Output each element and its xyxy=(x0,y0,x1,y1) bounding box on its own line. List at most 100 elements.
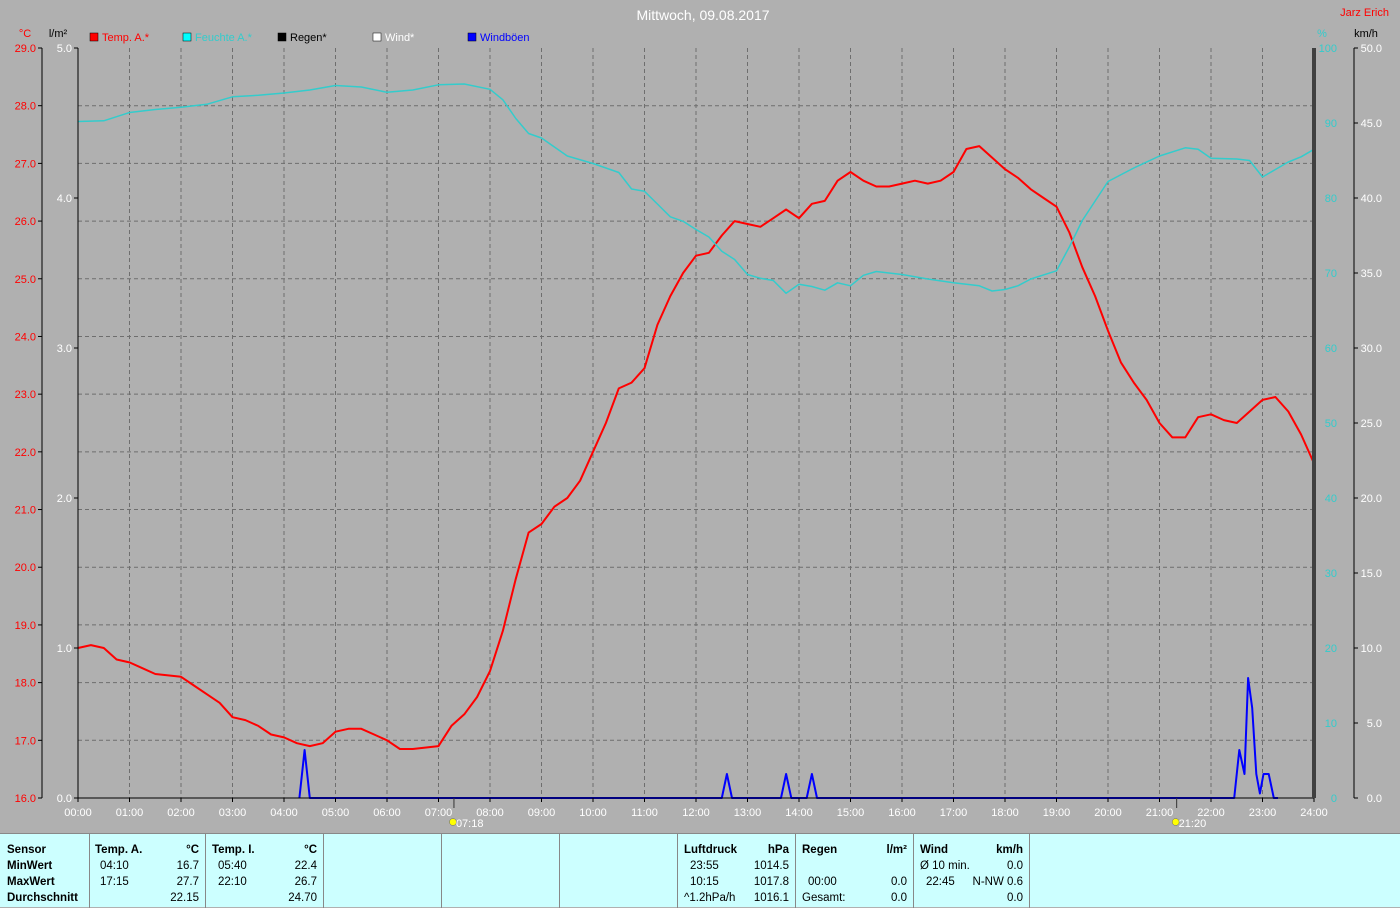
x-tick-label: 01:00 xyxy=(116,807,144,819)
humidity-tick-label: 40 xyxy=(1325,493,1337,505)
x-tick-label: 11:00 xyxy=(631,807,658,819)
stats-max-value: 27.7 xyxy=(176,876,199,888)
x-tick-label: 14:00 xyxy=(785,807,813,819)
temp-tick-label: 29.0 xyxy=(15,43,36,55)
humidity-tick-label: 30 xyxy=(1325,568,1337,580)
stats-col-title: Regen xyxy=(802,844,838,856)
x-tick-label: 09:00 xyxy=(528,807,556,819)
x-tick-label: 13:00 xyxy=(734,807,762,819)
x-tick-label: 03:00 xyxy=(219,807,247,819)
weather-chart-window: 00:00 01:00 02:00 03:00 04:00 05:00 06:00 07:00… xyxy=(0,0,1400,908)
stats-min-value: 1014.5 xyxy=(753,860,789,872)
statistics-panel: Sensor MinWert MaxWert Durchschnitt Temp… xyxy=(0,833,1400,908)
rain-unit-label: l/m² xyxy=(49,28,68,40)
temp-tick-label: 22.0 xyxy=(15,447,36,459)
temp-tick-label: 18.0 xyxy=(15,678,36,690)
stats-max-time: 17:15 xyxy=(100,876,129,888)
wind-tick-label: 0.0 xyxy=(1367,793,1382,805)
stats-row-label: MaxWert xyxy=(7,876,55,888)
stats-rain-total-value: 0.0 xyxy=(891,892,907,904)
wind-unit-label: km/h xyxy=(1354,28,1378,40)
stats-row-label: Sensor xyxy=(7,844,46,856)
x-tick-label: 21:00 xyxy=(1146,807,1174,819)
stats-col-title: Wind xyxy=(920,844,948,856)
stats-min-time: 04:10 xyxy=(100,860,129,872)
legend-label: Regen* xyxy=(290,32,327,44)
temp-tick-label: 17.0 xyxy=(15,735,36,747)
stats-temp-outdoor: Temp. A. °C 04:10 16.7 17:15 27.7 22.15 xyxy=(90,834,206,908)
wind-tick-label: 50.0 xyxy=(1361,43,1382,55)
rain-tick-label: 4.0 xyxy=(57,193,72,205)
temp-tick-label: 16.0 xyxy=(15,793,36,805)
author-label: Jarz Erich xyxy=(1340,7,1389,19)
stats-max-value: 26.7 xyxy=(294,876,317,888)
stats-col-unit: °C xyxy=(186,844,199,856)
temp-tick-label: 20.0 xyxy=(15,562,36,574)
weather-chart: 00:00 01:00 02:00 03:00 04:00 05:00 06:00 07:00… xyxy=(0,0,1400,833)
temp-tick-label: 21.0 xyxy=(15,505,36,517)
x-tick-label: 10:00 xyxy=(579,807,607,819)
stats-max-time: 22:10 xyxy=(218,876,247,888)
stats-min-value: 22.4 xyxy=(294,860,317,872)
temp-tick-label: 19.0 xyxy=(15,620,36,632)
temp-tick-label: 26.0 xyxy=(15,216,36,228)
x-tick-label: 06:00 xyxy=(373,807,401,819)
stats-row-label: MinWert xyxy=(7,860,53,872)
legend-label: Wind* xyxy=(385,32,415,44)
x-tick-label: 00:00 xyxy=(64,807,92,819)
x-tick-label: 18:00 xyxy=(991,807,1019,819)
chart-title: Mittwoch, 09.08.2017 xyxy=(636,7,769,23)
x-tick-label: 07:00 xyxy=(425,807,453,819)
stats-col-unit: hPa xyxy=(767,844,789,856)
temp-tick-label: 28.0 xyxy=(15,101,36,113)
humidity-tick-label: 50 xyxy=(1325,418,1337,430)
stats-trend-label: ^1.2hPa/h xyxy=(684,892,736,904)
stats-empty-col xyxy=(324,834,442,908)
humidity-unit-label: % xyxy=(1317,28,1327,40)
x-tick-label: 17:00 xyxy=(940,807,968,819)
humidity-tick-label: 60 xyxy=(1325,343,1337,355)
wind-tick-label: 45.0 xyxy=(1361,118,1382,130)
wind-tick-label: 5.0 xyxy=(1367,718,1382,730)
stats-wind-max-time: 22:45 xyxy=(926,876,955,888)
stats-col-unit: °C xyxy=(304,844,317,856)
rain-tick-label: 2.0 xyxy=(57,493,72,505)
stats-min-time: 05:40 xyxy=(218,860,247,872)
chart-background xyxy=(0,0,1400,833)
wind-tick-label: 20.0 xyxy=(1361,493,1382,505)
stats-col-title: Temp. A. xyxy=(95,844,143,856)
x-tick-label: 12:00 xyxy=(682,807,710,819)
humidity-tick-label: 20 xyxy=(1325,643,1337,655)
stats-wind-avg-label: Ø 10 min. xyxy=(920,860,970,872)
stats-wind-avg-value: 0.0 xyxy=(1007,860,1023,872)
stats-trend-value: 1016.1 xyxy=(753,892,789,904)
rain-tick-label: 1.0 xyxy=(57,643,72,655)
humidity-tick-label: 100 xyxy=(1319,43,1337,55)
legend-label: Temp. A.* xyxy=(102,32,150,44)
temp-tick-label: 25.0 xyxy=(15,274,36,286)
rain-tick-label: 3.0 xyxy=(57,343,72,355)
stats-row-label: Durchschnitt xyxy=(7,892,78,904)
rain-tick-label: 5.0 xyxy=(57,43,72,55)
stats-empty-col xyxy=(442,834,560,908)
stats-col-title: Luftdruck xyxy=(684,844,738,856)
stats-empty-col xyxy=(560,834,678,908)
x-tick-label: 02:00 xyxy=(167,807,195,819)
wind-tick-label: 35.0 xyxy=(1361,268,1382,280)
legend-swatch xyxy=(467,32,477,42)
stats-col-title: Temp. I. xyxy=(212,844,255,856)
stats-max-value: 1017.8 xyxy=(753,876,789,888)
legend-swatch xyxy=(372,32,382,42)
x-tick-label: 15:00 xyxy=(837,807,865,819)
stats-temp-indoor: Temp. I. °C 05:40 22.4 22:10 26.7 24.70 xyxy=(206,834,324,908)
legend-label: Feuchte A.* xyxy=(195,32,253,44)
stats-rain-time: 00:00 xyxy=(808,876,837,888)
temp-unit-label: °C xyxy=(19,28,31,40)
x-tick-label: 16:00 xyxy=(888,807,916,819)
x-tick-label: 23:00 xyxy=(1249,807,1277,819)
stats-rain-value: 0.0 xyxy=(891,876,907,888)
wind-tick-label: 15.0 xyxy=(1361,568,1382,580)
humidity-tick-label: 0 xyxy=(1331,793,1337,805)
x-tick-label: 05:00 xyxy=(322,807,350,819)
humidity-tick-label: 70 xyxy=(1325,268,1337,280)
